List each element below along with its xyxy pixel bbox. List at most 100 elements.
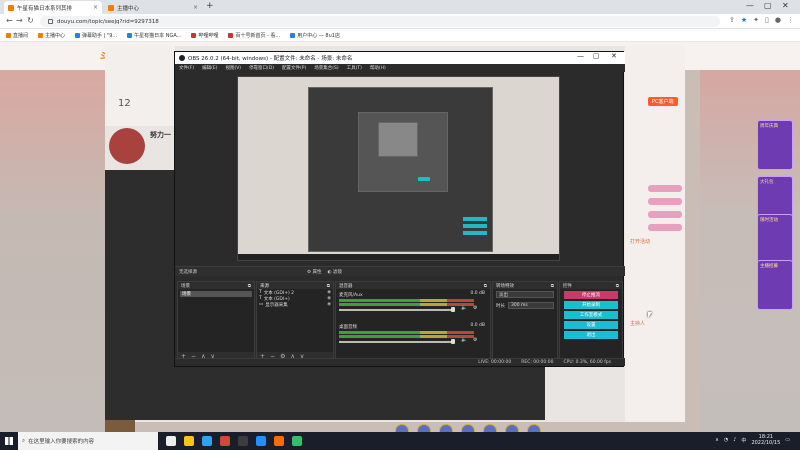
speaker-icon[interactable]: ♪ xyxy=(733,437,736,443)
network-icon[interactable]: ◔ xyxy=(724,437,728,443)
volume-slider[interactable] xyxy=(339,341,454,343)
obs-menu-item[interactable]: 场景集合(S) xyxy=(314,65,338,71)
volume-slider[interactable] xyxy=(339,309,454,311)
gift-tag[interactable] xyxy=(648,211,682,218)
maximize-button[interactable]: ▢ xyxy=(764,1,772,10)
taskbar-clock[interactable]: 18:21 2022/10/15 xyxy=(751,434,780,446)
reload-icon[interactable]: ↻ xyxy=(27,16,34,25)
filters-button[interactable]: ◐ 滤镜 xyxy=(327,269,341,275)
taskbar-app-icon[interactable] xyxy=(184,436,194,446)
preview-taskbar xyxy=(238,254,559,260)
obs-menu-item[interactable]: 帮助(H) xyxy=(370,65,386,71)
dock-title: 控件 xyxy=(563,283,572,289)
obs-close-button[interactable]: ✕ xyxy=(611,52,617,60)
dock-popout-icon[interactable]: ⧉ xyxy=(248,283,251,289)
speaker-icon[interactable]: 🔈 xyxy=(461,337,467,343)
start-recording-button[interactable]: 开始录制 xyxy=(564,301,618,309)
obs-menu-item[interactable]: 工具(T) xyxy=(347,65,362,71)
obs-menu-item[interactable]: 文件(F) xyxy=(179,65,194,71)
pc-client-button[interactable]: PC客户端 xyxy=(648,97,678,106)
sidebar-icon[interactable]: ▯ xyxy=(765,16,769,24)
dock-title: 来源 xyxy=(260,283,269,289)
bookmark-item[interactable]: 弹幕助手 | "9... xyxy=(75,32,117,39)
tab-live-room[interactable]: 午星有猫日本系列其排 × xyxy=(4,1,102,14)
text-source-icon: T xyxy=(259,290,262,295)
bookmark-item[interactable]: 午星有猫日本 NGA... xyxy=(127,32,181,39)
game-thumbnail[interactable] xyxy=(105,420,135,432)
side-ad-banner[interactable]: 主播招募 xyxy=(757,260,793,310)
exit-button[interactable]: 退出 xyxy=(564,331,618,339)
transition-select[interactable]: 淡出 xyxy=(496,291,554,298)
dock-popout-icon[interactable]: ⧉ xyxy=(616,283,619,289)
bookmark-item[interactable]: 直播间 xyxy=(6,32,28,39)
taskbar-app-icon[interactable] xyxy=(238,436,248,446)
ime-indicator[interactable]: 中 xyxy=(741,437,746,444)
taskbar-search-input[interactable]: ⌕ 在这里输入你要搜索的内容 xyxy=(18,432,158,450)
volume-slider-knob[interactable] xyxy=(451,307,455,312)
obs-minimize-button[interactable]: — xyxy=(577,52,584,60)
taskbar-app-icon[interactable] xyxy=(292,436,302,446)
dock-popout-icon[interactable]: ⧉ xyxy=(327,283,330,289)
obs-maximize-button[interactable]: ▢ xyxy=(593,52,600,60)
obs-titlebar: OBS 26.0.2 (64-bit, windows) - 配置文件: 未命名… xyxy=(175,52,625,64)
tab-anchor-center[interactable]: 主播中心 × xyxy=(104,1,202,14)
obs-menu-item[interactable]: 视图(V) xyxy=(225,65,241,71)
visibility-icon[interactable]: ◉ xyxy=(327,302,331,307)
visibility-icon[interactable]: ◉ xyxy=(327,296,331,301)
speaker-icon[interactable]: 🔈 xyxy=(461,305,467,311)
taskbar-app-icon[interactable] xyxy=(256,436,266,446)
bookmark-favicon-icon xyxy=(191,32,197,38)
minimize-button[interactable]: — xyxy=(746,1,754,10)
source-item[interactable]: T 文本 (GDI+) ◉ xyxy=(259,296,331,302)
gift-tag[interactable] xyxy=(648,198,682,205)
settings-button[interactable]: 设置 xyxy=(564,321,618,329)
new-tab-button[interactable]: + xyxy=(206,1,214,11)
source-item[interactable]: ▭ 显示器采集 ◉ xyxy=(259,302,331,308)
source-item[interactable]: T 文本 (GDI+) 2 ◉ xyxy=(259,290,331,296)
clock-date: 2022/10/15 xyxy=(751,440,781,446)
share-icon[interactable]: ⇪ xyxy=(729,16,735,24)
visibility-icon[interactable]: ◉ xyxy=(327,290,331,295)
gear-icon[interactable]: ⚙ xyxy=(473,337,477,343)
close-window-button[interactable]: ✕ xyxy=(782,1,789,10)
obs-menu-item[interactable]: 配置文件(P) xyxy=(282,65,306,71)
track-name: 桌面音频 xyxy=(339,325,357,330)
properties-button[interactable]: ⚙ 属性 xyxy=(307,269,321,275)
gift-tag[interactable] xyxy=(648,224,682,231)
back-arrow-icon[interactable]: ← xyxy=(6,16,13,25)
anchor-avatar[interactable] xyxy=(109,128,145,164)
obs-preview[interactable] xyxy=(237,76,560,261)
bookmark-item[interactable]: 主播中心 xyxy=(38,32,65,39)
taskbar-app-icon[interactable] xyxy=(274,436,284,446)
obs-menu-item[interactable]: 停靠窗口(D) xyxy=(249,65,274,71)
extensions-icon[interactable]: ✦ xyxy=(753,16,759,24)
notification-icon[interactable]: ▭ xyxy=(785,437,790,443)
duration-input[interactable]: 300 ms xyxy=(508,302,554,309)
url-input[interactable]: douyu.com/topic/seejq?rid=9297318 xyxy=(40,16,720,27)
taskbar-app-icon[interactable] xyxy=(220,436,230,446)
scene-item[interactable]: 场景 xyxy=(180,291,252,297)
tab-close-icon[interactable]: × xyxy=(193,4,198,11)
gift-tag[interactable] xyxy=(648,185,682,192)
chevron-up-icon[interactable]: ∧ xyxy=(715,437,719,443)
profile-icon[interactable]: ● xyxy=(775,16,781,24)
forward-arrow-icon[interactable]: → xyxy=(16,16,23,25)
dock-popout-icon[interactable]: ⧉ xyxy=(551,283,554,289)
volume-slider-knob[interactable] xyxy=(451,339,455,344)
bookmark-item[interactable]: 哔哩哔哩 xyxy=(191,32,218,39)
stop-streaming-button[interactable]: 停止推流 xyxy=(564,291,618,299)
star-icon[interactable]: ★ xyxy=(741,16,747,24)
bookmark-item[interactable]: 用户中心 — 8u1店 xyxy=(290,32,340,39)
start-button[interactable] xyxy=(0,432,18,450)
taskbar-app-icon[interactable] xyxy=(166,436,176,446)
studio-mode-button[interactable]: 工作室模式 xyxy=(564,311,618,319)
side-ad-banner[interactable]: 周年庆典 xyxy=(757,120,793,170)
bookmark-item[interactable]: 百十号新首页 - 看... xyxy=(228,32,280,39)
menu-icon[interactable]: ⋮ xyxy=(787,16,794,24)
dock-popout-icon[interactable]: ⧉ xyxy=(484,283,487,289)
taskbar-app-icon[interactable] xyxy=(202,436,212,446)
side-ad-banner[interactable]: 限时活动 xyxy=(757,214,793,264)
tab-close-icon[interactable]: × xyxy=(93,4,98,11)
gear-icon[interactable]: ⚙ xyxy=(473,305,477,311)
obs-menu-item[interactable]: 编辑(E) xyxy=(202,65,217,71)
